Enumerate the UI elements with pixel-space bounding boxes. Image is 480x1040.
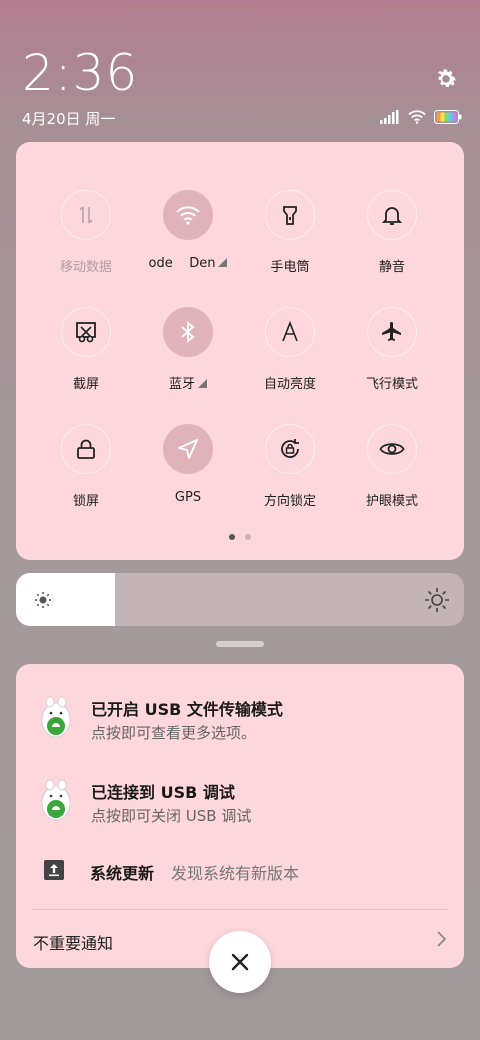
quick-settings-panel: 移动数据 ode Den 手电筒 静音 截屏 蓝牙 自动亮度 飞行模式 锁屏 G… — [16, 142, 464, 560]
tile-label: 蓝牙 — [168, 377, 195, 392]
tile-eye-care[interactable]: 护眼模式 — [341, 424, 443, 509]
eye-icon — [379, 443, 405, 455]
airplane-icon — [382, 322, 401, 341]
flashlight-icon — [283, 206, 297, 225]
location-icon — [178, 439, 198, 459]
tile-bluetooth[interactable]: 蓝牙 — [137, 307, 239, 392]
tile-label: 自动亮度 — [263, 377, 316, 392]
page-dot[interactable] — [245, 534, 251, 540]
android-app-icon — [41, 779, 71, 821]
update-body[interactable]: 发现系统有新版本 — [171, 860, 299, 884]
tile-label: ode Den — [148, 256, 216, 271]
tile-label: 手电筒 — [270, 260, 310, 275]
tile-label: 飞行模式 — [365, 377, 418, 392]
tile-label: GPS — [174, 490, 202, 505]
tile-silent[interactable]: 静音 — [341, 190, 443, 275]
tile-airplane[interactable]: 飞行模式 — [341, 307, 443, 392]
signal-icon — [380, 110, 399, 124]
rotation-lock-icon — [281, 439, 299, 458]
bluetooth-icon — [181, 321, 195, 343]
mobile-data-icon — [79, 206, 93, 224]
tile-screenshot[interactable]: 截屏 — [35, 307, 137, 392]
clock-time: 2:36 — [22, 44, 139, 102]
tile-label: 截屏 — [72, 377, 99, 392]
tile-label: 静音 — [378, 260, 405, 275]
divider — [32, 909, 448, 910]
lock-icon — [77, 439, 95, 459]
tile-auto-brightness[interactable]: 自动亮度 — [239, 307, 341, 392]
notification-title: 已开启 USB 文件传输模式 — [91, 700, 283, 719]
tile-rotation-lock[interactable]: 方向锁定 — [239, 424, 341, 509]
bell-icon — [381, 207, 403, 225]
notification-usb-debug[interactable]: 已连接到 USB 调试 点按即可关闭 USB 调试 — [38, 779, 448, 829]
brightness-high-icon — [425, 588, 449, 612]
page-dot-active[interactable] — [229, 534, 235, 540]
wifi-icon — [176, 206, 200, 225]
system-update-icon — [44, 860, 64, 880]
notification-usb-transfer[interactable]: 已开启 USB 文件传输模式 点按即可查看更多选项。 — [38, 696, 448, 746]
notification-panel: 已开启 USB 文件传输模式 点按即可查看更多选项。 已连接到 USB 调试 点… — [16, 664, 464, 968]
brightness-slider[interactable] — [16, 573, 464, 626]
auto-brightness-icon — [282, 321, 298, 342]
tile-flashlight[interactable]: 手电筒 — [239, 190, 341, 275]
android-app-icon — [41, 696, 71, 738]
close-icon — [231, 953, 249, 971]
notification-body: 点按即可查看更多选项。 — [91, 724, 257, 742]
drag-handle[interactable] — [216, 641, 264, 647]
tile-label: 移动数据 — [59, 260, 112, 275]
update-title[interactable]: 系统更新 — [90, 860, 154, 884]
chevron-right-icon[interactable] — [436, 930, 448, 948]
tile-mobile-data[interactable]: 移动数据 — [35, 190, 137, 275]
tile-label: 护眼模式 — [365, 494, 418, 509]
tile-lock-screen[interactable]: 锁屏 — [35, 424, 137, 509]
notification-title: 已连接到 USB 调试 — [91, 783, 235, 802]
screenshot-icon — [76, 322, 96, 343]
expand-triangle-icon — [198, 379, 207, 388]
tile-label: 方向锁定 — [263, 494, 316, 509]
brightness-low-icon — [35, 592, 51, 608]
gear-icon[interactable] — [433, 66, 459, 92]
brightness-fill — [16, 573, 115, 626]
tile-wifi[interactable]: ode Den — [137, 190, 239, 271]
wifi-status-icon — [408, 110, 426, 124]
battery-icon — [434, 110, 462, 124]
tile-label: 锁屏 — [72, 494, 99, 509]
status-icons — [380, 110, 462, 124]
page-indicator — [16, 534, 464, 540]
date-text: 4月20日 周一 — [22, 110, 116, 128]
unimportant-notifications-link[interactable]: 不重要通知 — [33, 930, 113, 954]
tile-gps[interactable]: GPS — [137, 424, 239, 505]
expand-triangle-icon — [218, 258, 228, 267]
notification-body: 点按即可关闭 USB 调试 — [91, 807, 252, 825]
clear-all-button[interactable] — [209, 931, 271, 993]
